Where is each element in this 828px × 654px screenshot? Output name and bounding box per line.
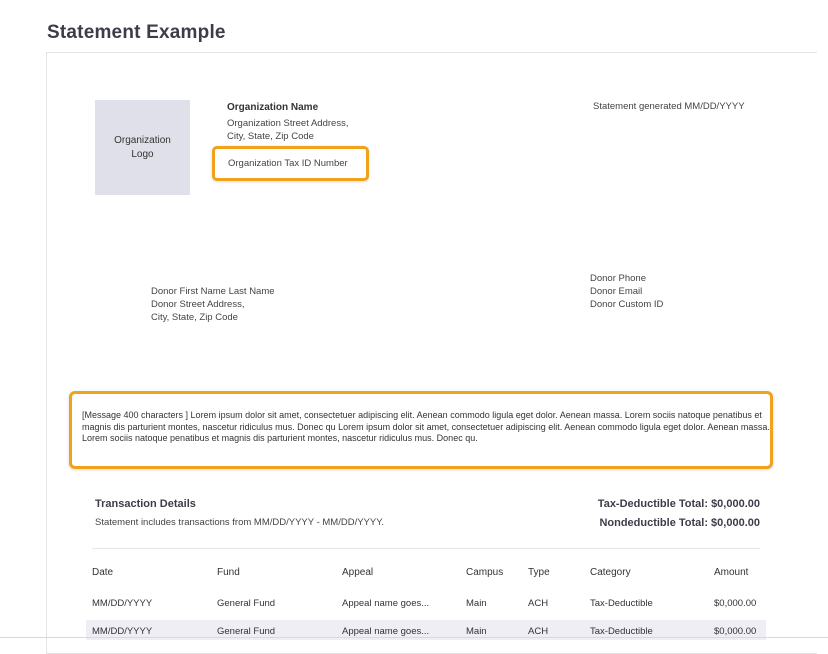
cell-appeal: Appeal name goes... [342,626,430,637]
cell-type: ACH [528,626,549,637]
cell-amount: $0,000.00 [714,598,757,609]
donor-contact-block: Donor Phone Donor Email Donor Custom ID [590,272,663,311]
section-divider [92,548,760,549]
cell-type: ACH [528,598,549,609]
column-header-amount: Amount [714,567,749,578]
cell-fund: General Fund [217,598,276,609]
donor-address-block: Donor First Name Last Name Donor Street … [151,285,275,324]
cell-category: Tax-Deductible [590,626,653,637]
organization-address-line1: Organization Street Address, [227,118,349,129]
bottom-divider [0,637,828,638]
donor-email: Donor Email [590,286,643,297]
column-header-campus: Campus [466,567,504,578]
donor-name: Donor First Name Last Name [151,286,275,297]
cell-category: Tax-Deductible [590,598,653,609]
message-highlight: [Message 400 characters ] Lorem ipsum do… [69,391,773,469]
cell-appeal: Appeal name goes... [342,598,430,609]
cell-date: MM/DD/YYYY [92,598,153,609]
cell-campus: Main [466,598,487,609]
donor-custom-id: Donor Custom ID [590,299,664,310]
donor-city: City, State, Zip Code [151,312,238,323]
tax-deductible-total: Tax-Deductible Total: $0,000.00 [597,498,760,510]
organization-logo-placeholder: Organization Logo [95,100,190,195]
statement-message: [Message 400 characters ] Lorem ipsum do… [82,410,770,443]
cell-fund: General Fund [217,626,276,637]
page-title: Statement Example [47,22,226,43]
column-header-appeal: Appeal [342,567,374,578]
statement-generated-date: Statement generated MM/DD/YYYY [593,101,745,112]
nondeductible-total: Nondeductible Total: $0,000.00 [599,517,760,529]
tax-id-highlight: Organization Tax ID Number [212,146,369,181]
organization-name: Organization Name [227,102,319,113]
column-header-date: Date [92,567,114,578]
organization-tax-id: Organization Tax ID Number [228,158,348,169]
column-header-fund: Fund [217,567,240,578]
cell-campus: Main [466,626,487,637]
cell-date: MM/DD/YYYY [92,626,153,637]
logo-label: Organization Logo [114,134,171,160]
donor-street: Donor Street Address, [151,299,245,310]
transaction-details-range: Statement includes transactions from MM/… [95,517,384,528]
transaction-details-title: Transaction Details [95,498,196,510]
column-header-type: Type [528,567,550,578]
column-header-category: Category [590,567,631,578]
cell-amount: $0,000.00 [714,626,757,637]
organization-address-line2: City, State, Zip Code [227,131,314,142]
donor-phone: Donor Phone [590,273,646,284]
